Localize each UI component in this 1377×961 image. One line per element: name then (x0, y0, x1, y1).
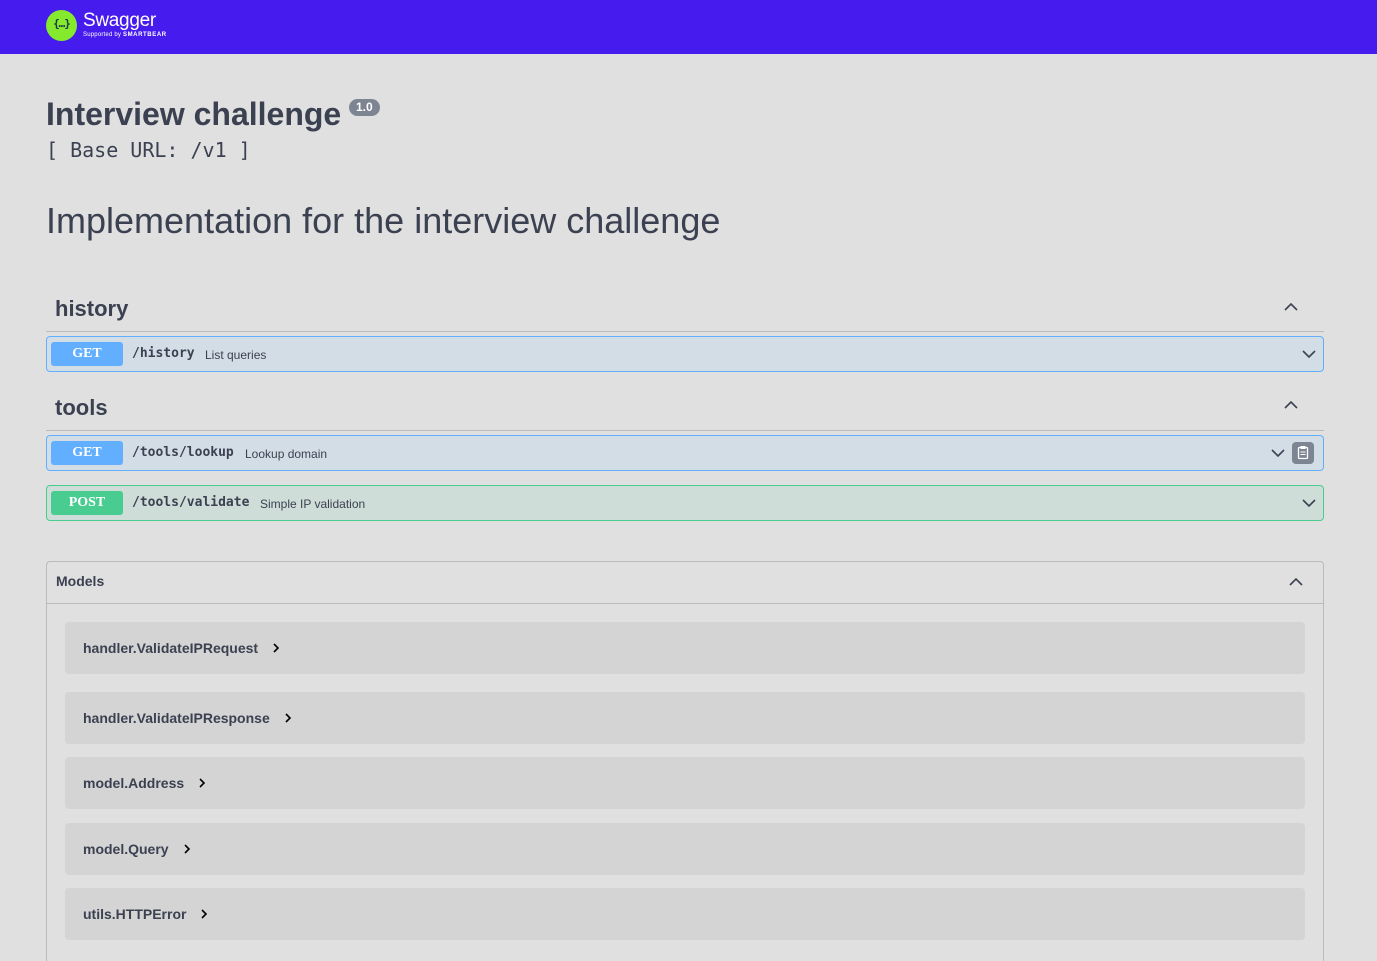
tag-name: history (55, 296, 129, 321)
model-name: handler.ValidateIPRequest (83, 640, 259, 656)
swagger-logo-icon: {…} (46, 10, 77, 41)
operation-path: /tools/lookup (132, 445, 234, 460)
swagger-logo[interactable]: {…} Swagger Supported by SMARTBEAR (46, 10, 167, 41)
logo-sub-brand: SMARTBEAR (122, 32, 167, 38)
operation-get-tools-lookup[interactable]: GET /tools/lookup Lookup domain (46, 435, 1324, 471)
chevron-right-icon[interactable] (270, 642, 282, 654)
clipboard-icon (1297, 446, 1309, 460)
model-item[interactable]: utils.HTTPError (65, 888, 1305, 940)
chevron-right-icon[interactable] (282, 712, 294, 724)
chevron-up-icon[interactable] (1283, 397, 1299, 413)
models-header[interactable]: Models (47, 562, 1323, 604)
chevron-right-icon[interactable] (196, 777, 208, 789)
model-item[interactable]: model.Query (65, 823, 1305, 875)
operation-summary: Simple IP validation (260, 497, 366, 511)
method-badge: GET (51, 441, 123, 465)
tag-name: tools (55, 395, 108, 420)
chevron-right-icon[interactable] (181, 843, 193, 855)
chevron-right-icon[interactable] (198, 908, 210, 920)
version-badge: 1.0 (349, 99, 380, 116)
model-name: model.Address (83, 775, 185, 791)
api-description: Implementation for the interview challen… (46, 200, 721, 241)
model-name: handler.ValidateIPResponse (83, 710, 270, 726)
operation-path: /history (132, 346, 195, 361)
base-url: [ Base URL: /v1 ] (46, 138, 251, 162)
model-name: model.Query (83, 841, 169, 857)
logo-title: Swagger (83, 10, 156, 31)
operation-path: /tools/validate (132, 495, 250, 510)
method-badge: POST (51, 491, 123, 515)
logo-sub-prefix: Supported by (83, 32, 122, 38)
tag-history[interactable]: history (46, 286, 1324, 332)
models-title: Models (56, 573, 105, 589)
chevron-down-icon[interactable] (1301, 346, 1317, 362)
chevron-up-icon[interactable] (1283, 299, 1299, 315)
chevron-up-icon[interactable] (1288, 574, 1304, 590)
chevron-down-icon[interactable] (1301, 495, 1317, 511)
model-item[interactable]: model.Address (65, 757, 1305, 809)
api-title: Interview challenge (46, 96, 342, 132)
topbar: {…} Swagger Supported by SMARTBEAR (0, 0, 1377, 54)
model-item[interactable]: handler.ValidateIPRequest (65, 622, 1305, 674)
operation-summary: List queries (205, 348, 267, 362)
method-badge: GET (51, 342, 123, 366)
model-name: utils.HTTPError (83, 906, 187, 922)
operation-summary: Lookup domain (245, 447, 328, 461)
operation-post-tools-validate[interactable]: POST /tools/validate Simple IP validatio… (46, 485, 1324, 521)
tag-tools[interactable]: tools (46, 385, 1324, 431)
swagger-logo-glyph: {…} (53, 17, 71, 30)
model-item[interactable]: handler.ValidateIPResponse (65, 692, 1305, 744)
copy-to-clipboard-button[interactable] (1292, 442, 1314, 464)
operation-get-history[interactable]: GET /history List queries (46, 336, 1324, 372)
models-section: Models handler.ValidateIPRequest handler… (46, 561, 1324, 961)
chevron-down-icon[interactable] (1270, 445, 1286, 461)
